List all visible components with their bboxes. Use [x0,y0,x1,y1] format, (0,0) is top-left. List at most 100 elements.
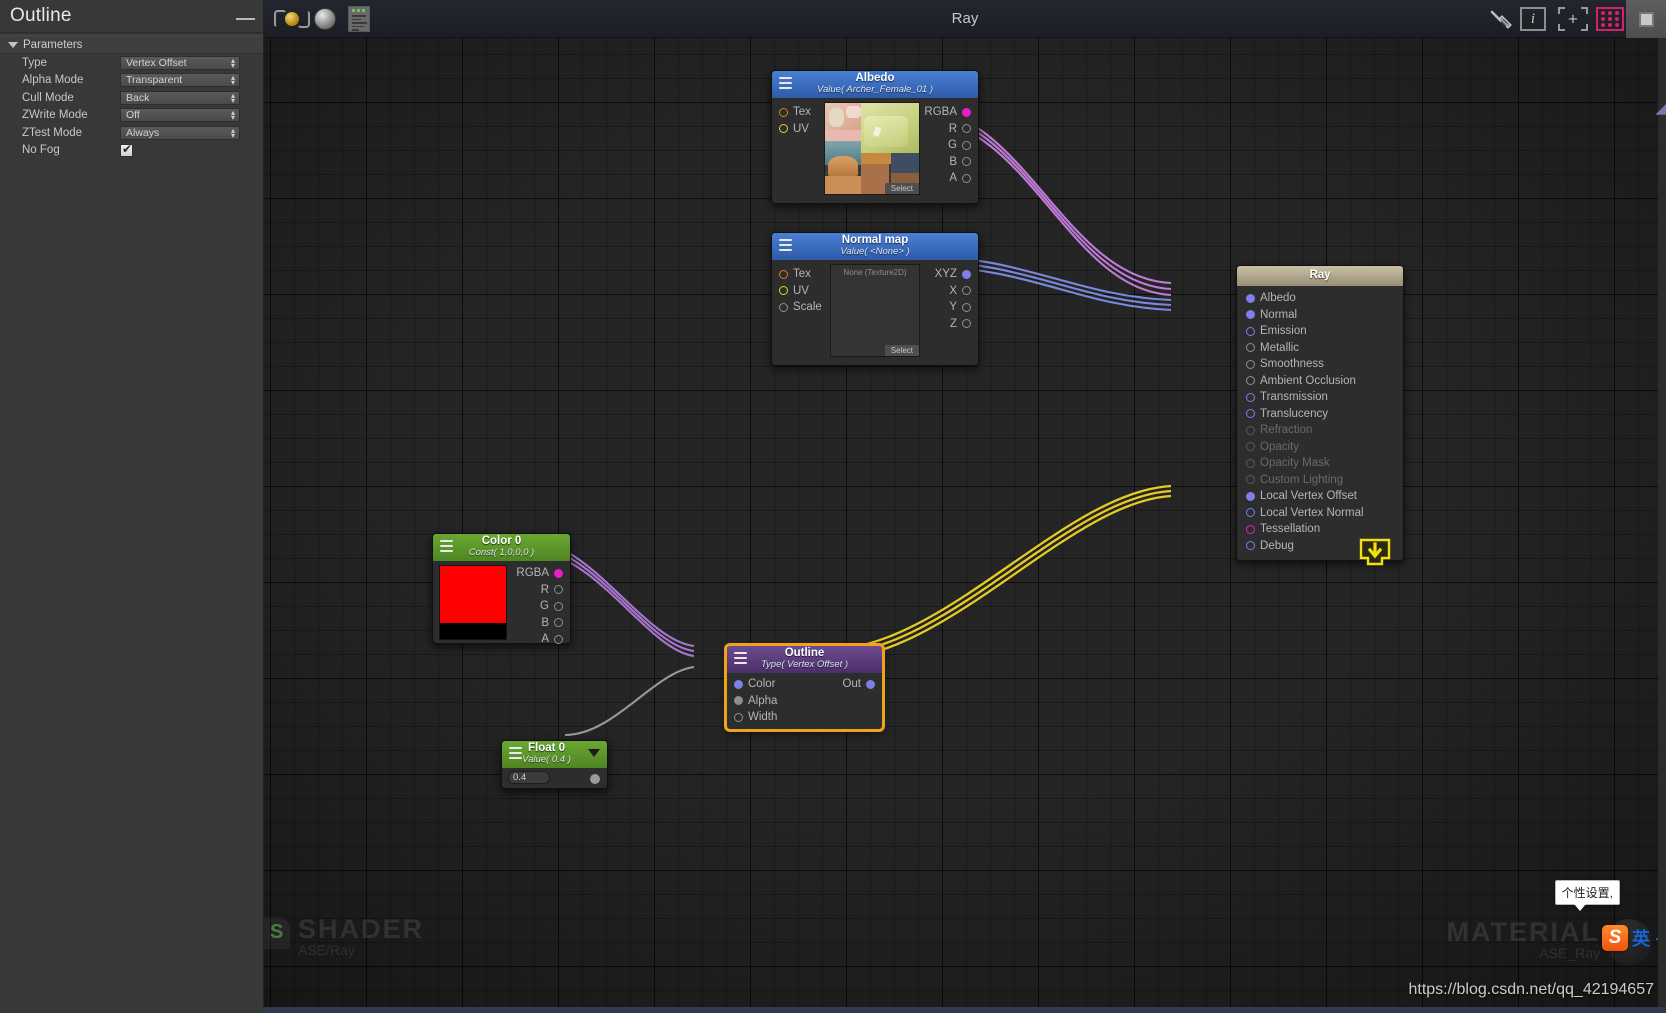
ray-port-dot[interactable] [1246,524,1255,534]
ray-port-dot[interactable] [1246,458,1255,468]
albedo-in-port-dot[interactable] [779,124,788,134]
normal-out-port-x[interactable]: X [935,283,971,300]
ray-port-custom-lighting[interactable]: Custom Lighting [1246,472,1403,489]
focus-selection-icon[interactable]: + [1558,4,1588,34]
normal-out-port-dot[interactable] [962,319,971,329]
color0-out-port-dot[interactable] [554,585,563,595]
ray-port-dot[interactable] [1246,343,1255,353]
ime-mode-label[interactable]: 英 [1632,925,1650,951]
normal-in-port-tex[interactable]: Tex [779,266,822,283]
info-icon[interactable]: i [1520,4,1546,34]
preview-sphere-icon[interactable] [314,4,336,34]
node-normal-map[interactable]: Normal map Value( <None> ) Tex UV Scale XY… [771,232,979,366]
ray-port-refraction[interactable]: Refraction [1246,422,1403,439]
right-edge-handle[interactable]: ◢ [1655,100,1666,117]
ray-port-metallic[interactable]: Metallic [1246,340,1403,357]
color0-out-port-r[interactable]: R [516,582,563,599]
ray-port-transmission[interactable]: Transmission [1246,389,1403,406]
albedo-out-port-b[interactable]: B [924,154,971,171]
normal-out-port-dot[interactable] [962,269,971,279]
albedo-in-port-tex[interactable]: Tex [779,104,811,121]
node-outline-header[interactable]: Outline Type( Vertex Offset ) [727,646,882,673]
outline-in-port-alpha[interactable]: Alpha [734,693,777,710]
color0-out-port-a[interactable]: A [516,631,563,648]
float0-value-input[interactable]: 0.4 [508,771,550,784]
albedo-in-port-uv[interactable]: UV [779,121,811,138]
albedo-out-port-dot[interactable] [962,124,971,134]
ray-port-dot[interactable] [1246,442,1255,452]
download-icon[interactable] [1358,537,1392,567]
chevron-down-icon[interactable] [588,749,600,757]
outline-in-port-dot[interactable] [734,679,743,689]
dropdown-ztest-mode[interactable]: Always ▴ ▾ [120,125,240,140]
normal-in-port-dot[interactable] [779,269,788,279]
ray-port-tessellation[interactable]: Tessellation [1246,521,1403,538]
node-ray-master[interactable]: Ray Albedo Normal Emission Metallic Smoothne… [1236,265,1404,561]
node-outline[interactable]: Outline Type( Vertex Offset ) Color Alpha… [726,645,883,730]
node-ray-master-header[interactable]: Ray [1237,266,1403,286]
ray-port-dot[interactable] [1246,392,1255,402]
toggle-grid-icon[interactable] [1596,4,1624,34]
outline-in-port-color[interactable]: Color [734,676,777,693]
normal-out-port-z[interactable]: Z [935,316,971,333]
ray-port-emission[interactable]: Emission [1246,323,1403,340]
ray-port-smoothness[interactable]: Smoothness [1246,356,1403,373]
ray-port-dot[interactable] [1246,491,1255,501]
normal-texture-preview[interactable]: None (Texture2D) Select [830,264,920,357]
color0-out-port-b[interactable]: B [516,615,563,632]
outline-out-port-out[interactable]: Out [842,676,875,693]
ray-port-dot[interactable] [1246,293,1255,303]
albedo-out-port-r[interactable]: R [924,121,971,138]
open-shader-source-icon[interactable] [348,4,370,34]
albedo-out-port-dot[interactable] [962,173,971,183]
color0-out-port-dot[interactable] [554,634,563,644]
ray-port-dot[interactable] [1246,425,1255,435]
sogou-logo-icon[interactable]: S [1602,925,1628,951]
update-material-icon[interactable] [272,4,312,34]
dropdown-alpha-mode[interactable]: Transparent ▴ ▾ [120,73,240,88]
color0-out-port-g[interactable]: G [516,598,563,615]
node-albedo[interactable]: Albedo Value( Archer_Female_01 ) Tex UV R… [771,70,979,204]
ray-port-local-vertex-offset[interactable]: Local Vertex Offset [1246,488,1403,505]
normal-out-port-dot[interactable] [962,286,971,296]
albedo-out-port-dot[interactable] [962,157,971,167]
albedo-out-port-dot[interactable] [962,107,971,117]
ray-port-dot[interactable] [1246,541,1255,551]
normal-out-port-dot[interactable] [962,302,971,312]
color0-out-port-dot[interactable] [554,618,563,628]
checkbox-no-fog[interactable] [120,142,133,157]
albedo-in-port-dot[interactable] [779,107,788,117]
dropdown-zwrite-mode[interactable]: Off ▴ ▾ [120,108,240,123]
ray-port-opacity-mask[interactable]: Opacity Mask [1246,455,1403,472]
ray-port-translucency[interactable]: Translucency [1246,406,1403,423]
normal-select-button[interactable]: Select [884,345,919,356]
dropdown-cull-mode[interactable]: Back ▴ ▾ [120,90,240,105]
color0-out-port-rgba[interactable]: RGBA [516,565,563,582]
albedo-texture-preview[interactable]: Select [824,102,920,195]
outline-in-port-width[interactable]: Width [734,709,777,726]
node-float0[interactable]: Float 0 Value( 0.4 ) 0.4 [501,740,608,789]
ray-port-ambient-occlusion[interactable]: Ambient Occlusion [1246,373,1403,390]
outline-in-port-dot[interactable] [734,712,743,722]
normal-out-port-xyz[interactable]: XYZ [935,266,971,283]
albedo-out-port-dot[interactable] [962,140,971,150]
albedo-out-port-a[interactable]: A [924,170,971,187]
node-color0-header[interactable]: Color 0 Const( 1,0,0,0 ) [433,534,570,561]
maximize-icon[interactable] [1626,0,1666,38]
node-normal-map-header[interactable]: Normal map Value( <None> ) [772,233,978,260]
outline-out-port-dot[interactable] [866,679,875,689]
ray-port-dot[interactable] [1246,310,1255,320]
ime-tooltip[interactable]: 个性设置, [1554,880,1620,911]
normal-out-port-y[interactable]: Y [935,299,971,316]
ray-port-dot[interactable] [1246,359,1255,369]
albedo-select-button[interactable]: Select [884,183,919,194]
node-albedo-header[interactable]: Albedo Value( Archer_Female_01 ) [772,71,978,98]
outline-in-port-dot[interactable] [734,696,743,706]
ime-dot-icon[interactable]: · [1654,928,1660,949]
normal-in-port-dot[interactable] [779,302,788,312]
dropdown-type[interactable]: Vertex Offset ▴ ▾ [120,55,240,70]
normal-in-port-scale[interactable]: Scale [779,299,822,316]
ray-port-albedo[interactable]: Albedo [1246,290,1403,307]
ray-port-opacity[interactable]: Opacity [1246,439,1403,456]
ray-port-local-vertex-normal[interactable]: Local Vertex Normal [1246,505,1403,522]
